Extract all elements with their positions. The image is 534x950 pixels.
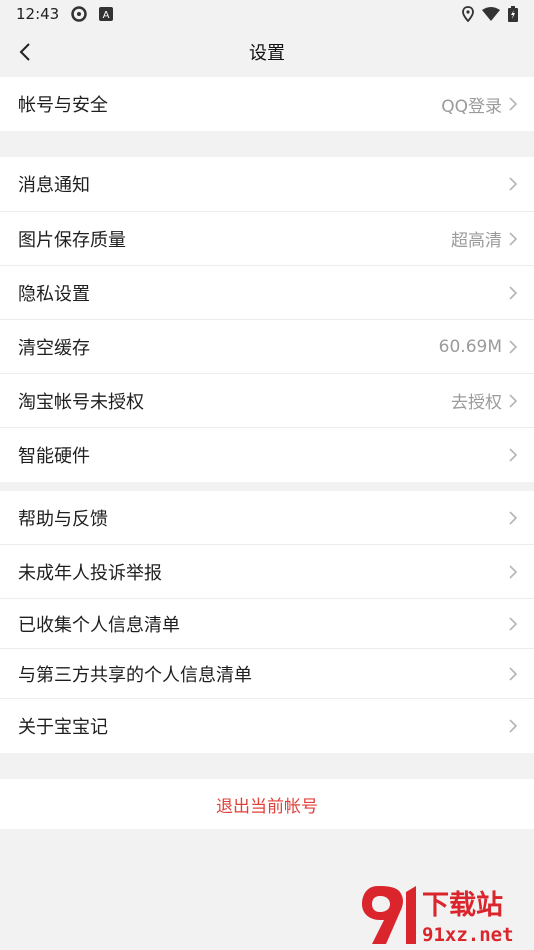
battery-icon [508, 6, 518, 22]
settings-row-clear-cache[interactable]: 清空缓存 60.69M [0, 320, 534, 374]
watermark-text-2: 91xz.net [422, 924, 514, 946]
settings-row-notifications[interactable]: 消息通知 [0, 157, 534, 212]
row-value: 去授权 [451, 393, 502, 413]
settings-row-privacy[interactable]: 隐私设置 [0, 266, 534, 320]
settings-row-minor-report[interactable]: 未成年人投诉举报 [0, 545, 534, 599]
row-label: 淘宝帐号未授权 [18, 391, 144, 413]
sync-icon [71, 6, 87, 22]
row-label: 帐号与安全 [18, 95, 108, 116]
back-arrow-icon[interactable] [14, 40, 38, 64]
row-label: 与第三方共享的个人信息清单 [18, 664, 252, 686]
chevron-right-icon [509, 339, 518, 354]
chevron-right-icon [509, 616, 518, 631]
settings-row-taobao-auth[interactable]: 淘宝帐号未授权 去授权 [0, 374, 534, 428]
settings-row-image-quality[interactable]: 图片保存质量 超高清 [0, 212, 534, 266]
watermark-text-1: 下载站 [422, 890, 503, 921]
settings-row-collected-info[interactable]: 已收集个人信息清单 [0, 599, 534, 649]
site-watermark-logo: 下载站 91xz.net [362, 886, 514, 946]
row-label: 消息通知 [18, 175, 90, 196]
a-badge-icon: A [99, 7, 114, 21]
chevron-right-icon [509, 666, 518, 681]
chevron-right-icon [509, 564, 518, 579]
location-icon [462, 6, 474, 22]
chevron-right-icon [509, 393, 518, 408]
row-label: 帮助与反馈 [18, 508, 108, 530]
settings-row-about[interactable]: 关于宝宝记 [0, 699, 534, 753]
row-label: 图片保存质量 [18, 229, 126, 251]
settings-row-third-party-info[interactable]: 与第三方共享的个人信息清单 [0, 649, 534, 699]
wifi-icon [482, 7, 500, 21]
row-label: 智能硬件 [18, 446, 90, 467]
settings-row-smart-hardware[interactable]: 智能硬件 [0, 428, 534, 482]
settings-group-general: 消息通知 图片保存质量 超高清 隐私设置 清空缓存 60.69M 淘宝帐号未授权… [0, 157, 534, 482]
page-title: 设置 [249, 43, 285, 64]
logout-button[interactable]: 退出当前帐号 [0, 779, 534, 829]
chevron-right-icon [509, 510, 518, 525]
chevron-right-icon [509, 719, 518, 733]
chevron-right-icon [509, 97, 518, 111]
svg-text:A: A [103, 10, 110, 21]
settings-group-account: 帐号与安全 QQ登录 [0, 77, 534, 131]
chevron-right-icon [509, 177, 518, 191]
chevron-right-icon [509, 448, 518, 462]
row-label: 隐私设置 [18, 283, 90, 305]
settings-row-account-security[interactable]: 帐号与安全 QQ登录 [0, 77, 534, 131]
row-label: 关于宝宝记 [18, 717, 108, 738]
row-label: 未成年人投诉举报 [18, 562, 162, 584]
settings-group-about: 帮助与反馈 未成年人投诉举报 已收集个人信息清单 与第三方共享的个人信息清单 关… [0, 491, 534, 753]
row-value: QQ登录 [441, 96, 502, 117]
row-label: 已收集个人信息清单 [18, 614, 180, 636]
chevron-right-icon [509, 231, 518, 246]
row-value: 60.69M [438, 336, 502, 357]
row-label: 清空缓存 [18, 337, 90, 359]
chevron-right-icon [509, 285, 518, 300]
logout-label: 退出当前帐号 [216, 796, 318, 817]
nav-header: 设置 [0, 28, 534, 76]
row-value: 超高清 [451, 231, 502, 251]
status-bar: 12:43 A [0, 0, 534, 28]
settings-row-help-feedback[interactable]: 帮助与反馈 [0, 491, 534, 545]
status-time: 12:43 [16, 5, 60, 23]
